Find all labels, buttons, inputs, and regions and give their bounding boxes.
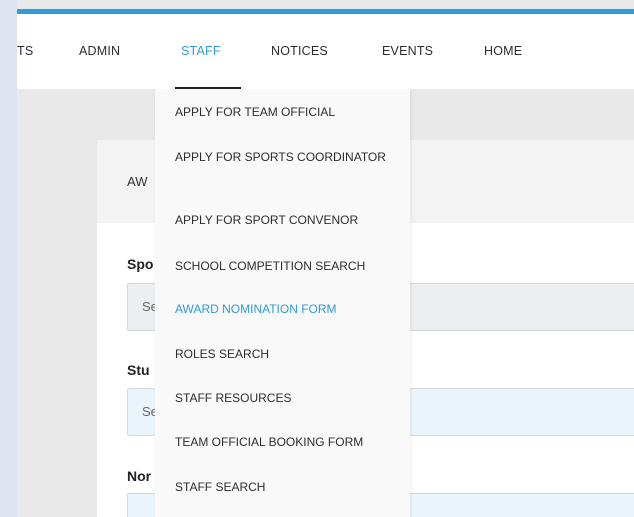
nav-item-events[interactable]: EVENTS (382, 14, 433, 89)
menu-item-team-official-booking-form[interactable]: TEAM OFFICIAL BOOKING FORM (175, 434, 395, 450)
sport-field-label: Spo (127, 256, 154, 272)
menu-item-staff-search[interactable]: STAFF SEARCH (175, 479, 395, 495)
nav-item-staff[interactable]: STAFF (181, 14, 221, 89)
app-window: TS ADMIN STAFF NOTICES EVENTS HOME AW Sp… (17, 0, 634, 517)
nav-item-home[interactable]: HOME (484, 14, 522, 89)
menu-item-award-nomination-form[interactable]: AWARD NOMINATION FORM (175, 301, 395, 317)
nav-item-admin[interactable]: ADMIN (79, 14, 120, 89)
card-title: AW (127, 174, 148, 189)
menu-item-apply-team-official[interactable]: APPLY FOR TEAM OFFICIAL (175, 104, 395, 120)
menu-item-apply-sport-convenor[interactable]: APPLY FOR SPORT CONVENOR (175, 212, 395, 228)
menu-item-staff-resources[interactable]: STAFF RESOURCES (175, 390, 395, 406)
menu-item-roles-search[interactable]: ROLES SEARCH (175, 346, 395, 362)
nominator-field-label: Nor (127, 468, 152, 484)
staff-dropdown-menu: APPLY FOR TEAM OFFICIAL APPLY FOR SPORTS… (155, 89, 410, 517)
main-navbar: TS ADMIN STAFF NOTICES EVENTS HOME (17, 14, 634, 89)
student-field-label: Stu (127, 362, 150, 378)
nav-item-partial[interactable]: TS (17, 14, 33, 89)
menu-item-school-competition-search[interactable]: SCHOOL COMPETITION SEARCH (175, 258, 395, 274)
nav-item-notices[interactable]: NOTICES (271, 14, 328, 89)
menu-item-apply-sports-coordinator[interactable]: APPLY FOR SPORTS COORDINATOR (175, 149, 395, 165)
